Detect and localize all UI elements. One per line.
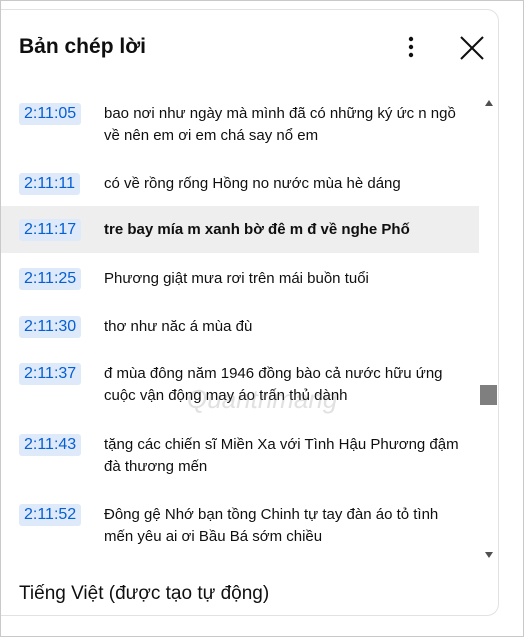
segment-timestamp[interactable]: 2:11:11 (19, 173, 81, 195)
segment-text: tặng các chiến sĩ Miền Xa với Tình Hậu P… (104, 436, 459, 475)
scroll-down-arrow[interactable] (483, 547, 495, 558)
transcript-segment[interactable]: 2:11:11 có về rồng rống Hồng no nước mùa… (1, 160, 479, 204)
segment-text: Đông gệ Nhớ bạn tồng Chinh tự tay đàn áo… (104, 506, 439, 545)
segment-text: Phương giật mưa rơi trên mái buồn tuổi (104, 270, 369, 287)
outer-frame: Bản chép lời 2:11:05 bao nơi như ngày mà… (0, 0, 524, 637)
more-vert-icon (408, 36, 414, 58)
transcript-panel: Bản chép lời 2:11:05 bao nơi như ngày mà… (1, 9, 499, 616)
segment-timestamp[interactable]: 2:11:43 (19, 434, 82, 456)
segment-timestamp[interactable]: 2:11:37 (19, 363, 82, 385)
transcript-segment[interactable]: 2:11:52 Đông gệ Nhớ bạn tồng Chinh tự ta… (1, 491, 479, 557)
panel-title: Bản chép lời (19, 35, 146, 58)
segment-timestamp[interactable]: 2:11:25 (19, 268, 82, 290)
segment-timestamp[interactable]: 2:11:17 (19, 219, 82, 241)
transcript-segment[interactable]: 2:11:43 tặng các chiến sĩ Miền Xa với Tì… (1, 421, 479, 487)
segment-text: bao nơi như ngày mà mình đã có những ký … (104, 105, 456, 144)
transcript-segment[interactable]: 2:11:37 đ mùa đông năm 1946 đồng bào cả … (1, 350, 479, 416)
segment-text: tre bay mía m xanh bờ đê m đ về nghe Phố (104, 221, 410, 238)
transcript-language-selector[interactable]: Tiếng Việt (được tạo tự động) (19, 582, 269, 606)
segment-timestamp[interactable]: 2:11:52 (19, 504, 82, 526)
segment-text: thơ như năc á mùa đù (104, 318, 253, 335)
segment-text: có về rồng rống Hồng no nước mùa hè dáng (104, 175, 401, 192)
more-options-button[interactable] (397, 33, 425, 61)
segment-timestamp[interactable]: 2:11:05 (19, 103, 82, 125)
close-button[interactable] (456, 32, 488, 64)
triangle-down-icon (485, 552, 493, 558)
segment-text: đ mùa đông năm 1946 đồng bào cả nước hữu… (104, 365, 443, 404)
transcript-segment-active[interactable]: 2:11:17 tre bay mía m xanh bờ đê m đ về … (1, 206, 479, 253)
close-icon (460, 36, 484, 60)
transcript-list: 2:11:05 bao nơi như ngày mà mình đã có n… (1, 90, 479, 560)
scroll-up-arrow[interactable] (483, 95, 495, 106)
transcript-segment[interactable]: 2:11:30 thơ như năc á mùa đù (1, 303, 479, 347)
segment-timestamp[interactable]: 2:11:30 (19, 316, 82, 338)
triangle-up-icon (485, 100, 493, 106)
scrollbar-thumb[interactable] (480, 385, 497, 405)
transcript-segment[interactable]: 2:11:25 Phương giật mưa rơi trên mái buồ… (1, 255, 479, 299)
transcript-segment[interactable]: 2:11:05 bao nơi như ngày mà mình đã có n… (1, 90, 479, 154)
